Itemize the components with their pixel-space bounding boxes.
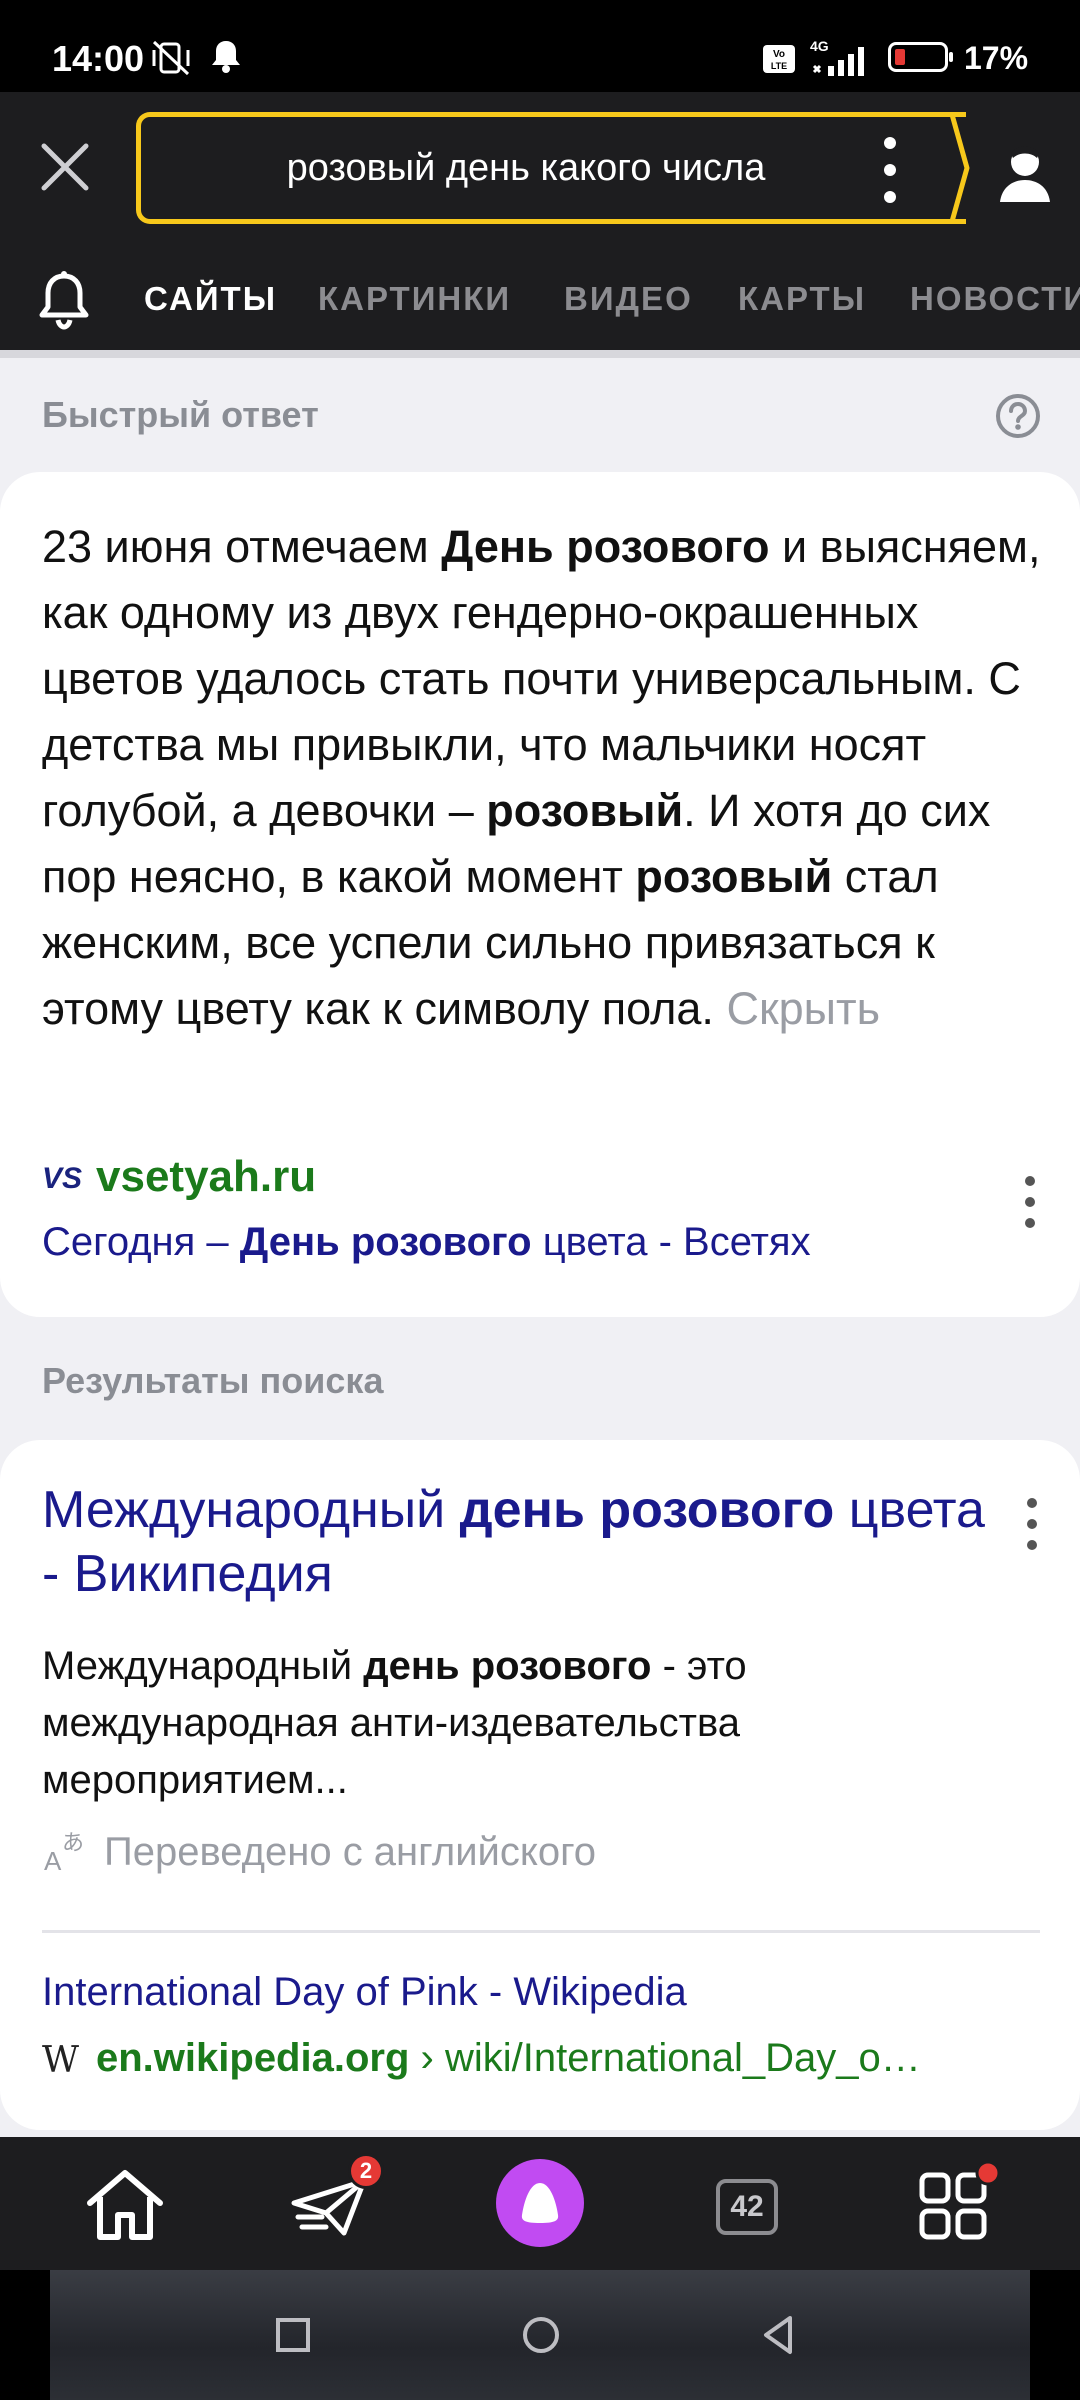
search-result-card: Международный день розового цвета - Вики… [0,1440,1080,2130]
results-area[interactable]: Быстрый ответ 23 июня отмечаем День розо… [0,350,1080,2137]
screen: { "status_bar": { "time": "14:00", "netw… [0,0,1080,2400]
svg-text:LTE: LTE [771,61,787,71]
notification-bell-icon [212,41,240,73]
wikipedia-favicon: W [42,2040,80,2081]
more-vertical-icon[interactable] [880,135,900,205]
home-icon[interactable] [80,2159,170,2249]
alice-assistant-button[interactable] [496,2159,584,2247]
services-grid-icon[interactable] [910,2159,1000,2249]
more-options-icon[interactable] [1022,1494,1042,1554]
answer-text-bold: розовый [635,851,833,902]
tab-maps[interactable]: КАРТЫ [738,280,866,318]
svg-text:A: A [44,1846,62,1874]
help-icon[interactable] [994,392,1042,440]
svg-text:Vo: Vo [773,49,785,60]
snippet-bold: день розового [363,1644,652,1688]
quick-answer-heading: Быстрый ответ [42,394,319,435]
result-title-link[interactable]: Международный день розового цвета - Вики… [42,1478,1002,1606]
answer-text-bold: День розового [441,521,770,572]
open-tabs-button[interactable]: 42 [716,2179,778,2235]
hide-link[interactable]: Скрыть [726,983,880,1034]
close-icon[interactable] [36,138,94,196]
signal-icon [812,47,864,76]
source-favicon: VS [42,1162,82,1196]
tab-news[interactable]: НОВОСТИ [910,280,1080,318]
result-title-part: Международный [42,1481,460,1539]
battery-icon [888,42,953,72]
result-snippet: Международный день розового - это междун… [42,1638,1022,1809]
search-tabs: САЙТЫ КАРТИНКИ ВИДЕО КАРТЫ НОВОСТИ [0,252,1080,350]
source-logo-text: VS [42,1162,83,1195]
vibrate-off-icon [152,40,190,76]
alice-icon [521,2183,559,2223]
more-options-icon[interactable] [1020,1172,1040,1232]
divider [42,1930,1040,1933]
profile-avatar-icon[interactable] [996,142,1054,204]
scroll-edge [0,350,1080,358]
tab-sites[interactable]: САЙТЫ [144,280,277,318]
system-navigation-bar [0,2270,1080,2400]
recent-apps-icon[interactable] [268,2310,318,2360]
result-title-bold: день розового [459,1481,835,1539]
source-title-link[interactable]: Сегодня – День розового цвета - Всетях [42,1220,811,1265]
battery-percent: 17% [964,40,1029,76]
search-results-heading: Результаты поиска [42,1360,384,1401]
original-title-link[interactable]: International Day of Pink - Wikipedia [42,1970,687,2015]
volte-icon: Vo LTE [763,45,795,73]
source-title-bold: День розового [239,1220,532,1264]
browser-bottom-nav: 2 42 [0,2137,1080,2270]
result-domain: en.wikipedia.org [96,2036,410,2080]
source-domain[interactable]: vsetyah.ru [96,1152,316,1202]
source-title-part: цвета - Всетях [531,1220,811,1264]
snippet-part: Международный [42,1644,364,1688]
search-query[interactable]: розовый день какого числа [141,117,911,219]
system-nav-background [50,2270,1030,2400]
tab-video[interactable]: ВИДЕО [564,280,693,318]
search-header: розовый день какого числа САЙТЫ КАРТИНКИ… [0,92,1080,350]
answer-text-part: 23 июня отмечаем [42,521,442,572]
answer-text-bold: розовый [486,785,684,836]
notifications-bell-icon[interactable] [36,270,92,330]
search-field-arrow [930,112,970,224]
result-path: › wiki/International_Day_o… [409,2036,921,2080]
source-title-part: Сегодня – [42,1220,240,1264]
search-field[interactable]: розовый день какого числа [136,112,966,224]
notification-badge: 2 [348,2153,384,2189]
back-icon[interactable] [754,2310,804,2360]
tab-images[interactable]: КАРТИНКИ [318,280,511,318]
translated-label: Переведено с английского [104,1830,597,1874]
svg-text:あ: あ [62,1831,84,1856]
home-button-icon[interactable] [516,2310,566,2360]
translate-icon: A あ [44,1831,84,1874]
quick-answer-text: 23 июня отмечаем День розового и выясняе… [42,514,1052,1042]
result-url[interactable]: en.wikipedia.org › wiki/International_Da… [96,2036,986,2081]
status-bar: 14:00 Vo LTE 4G 17% [0,0,1080,92]
quick-answer-card: 23 июня отмечаем День розового и выясняе… [0,472,1080,1317]
status-time: 14:00 [52,38,145,79]
